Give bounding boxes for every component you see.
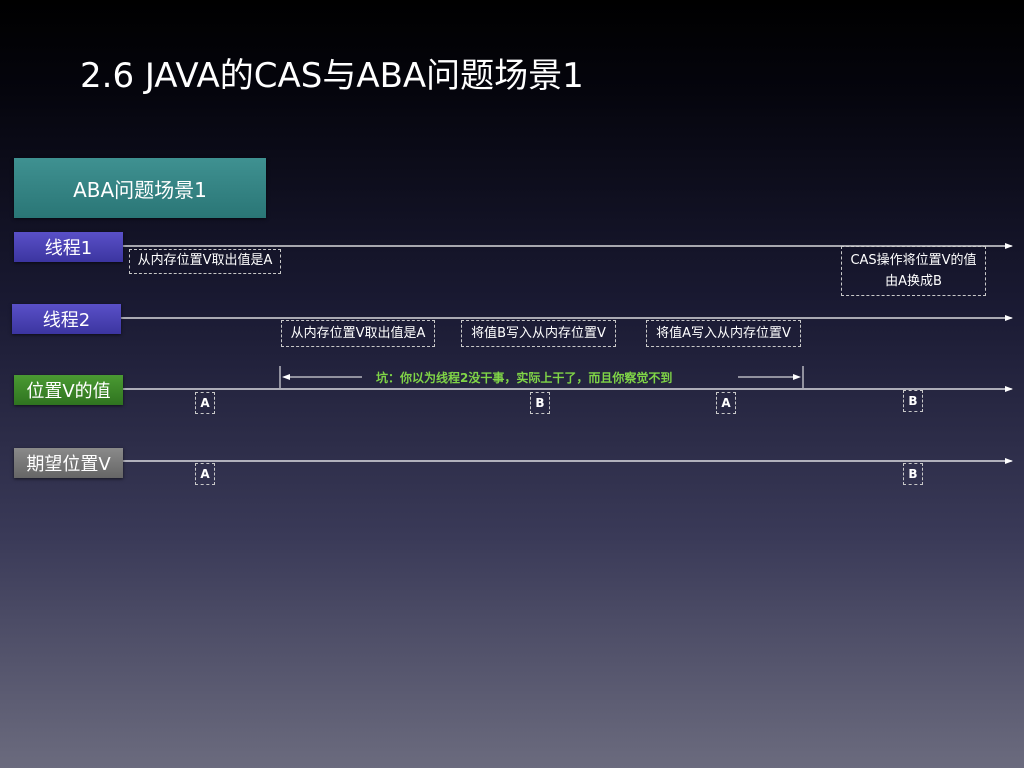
thread2-read-note: 从内存位置V取出值是A	[281, 320, 435, 347]
lane-label-thread1: 线程1	[14, 232, 123, 262]
pit-annotation: 坑：你以为线程2没干事，实际上干了，而且你察觉不到	[376, 371, 673, 385]
thread1-cas-note: CAS操作将位置V的值由A换成B	[841, 246, 986, 296]
thread1-read-note: 从内存位置V取出值是A	[129, 249, 281, 274]
value-marker: B	[530, 392, 550, 414]
expected-marker: B	[903, 463, 923, 485]
value-marker: A	[716, 392, 736, 414]
lane-label-expected: 期望位置V	[14, 448, 123, 478]
value-marker: A	[195, 392, 215, 414]
lane-label-value: 位置V的值	[14, 375, 123, 405]
value-marker: B	[903, 390, 923, 412]
thread2-write-b-note: 将值B写入从内存位置V	[461, 320, 616, 347]
thread2-write-a-note: 将值A写入从内存位置V	[646, 320, 801, 347]
expected-marker: A	[195, 463, 215, 485]
lane-label-thread2: 线程2	[12, 304, 121, 334]
